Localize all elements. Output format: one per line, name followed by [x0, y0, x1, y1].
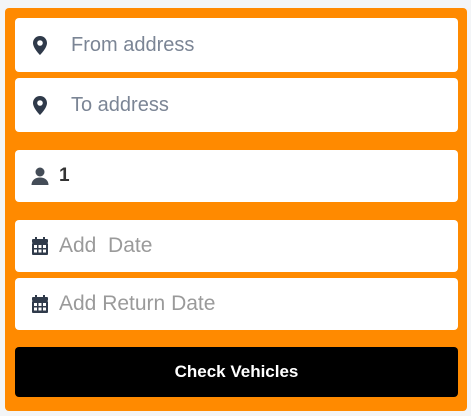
calendar-icon: [31, 237, 49, 255]
passengers-value[interactable]: 1: [59, 165, 70, 187]
date-input[interactable]: [59, 234, 419, 258]
from-address-input[interactable]: [71, 33, 431, 57]
map-marker-icon: [31, 35, 49, 55]
user-icon: [31, 167, 49, 185]
from-address-field[interactable]: [15, 18, 458, 72]
date-field[interactable]: [15, 220, 458, 272]
check-vehicles-button[interactable]: Check Vehicles: [15, 347, 458, 397]
to-address-field[interactable]: [15, 78, 458, 132]
passengers-field[interactable]: 1: [15, 150, 458, 202]
booking-form-panel: 1 Check Vehicl: [5, 8, 467, 411]
calendar-icon: [31, 295, 49, 313]
return-date-field[interactable]: [15, 278, 458, 330]
return-date-input[interactable]: [59, 292, 419, 316]
to-address-input[interactable]: [71, 93, 431, 117]
map-marker-icon: [31, 95, 49, 115]
